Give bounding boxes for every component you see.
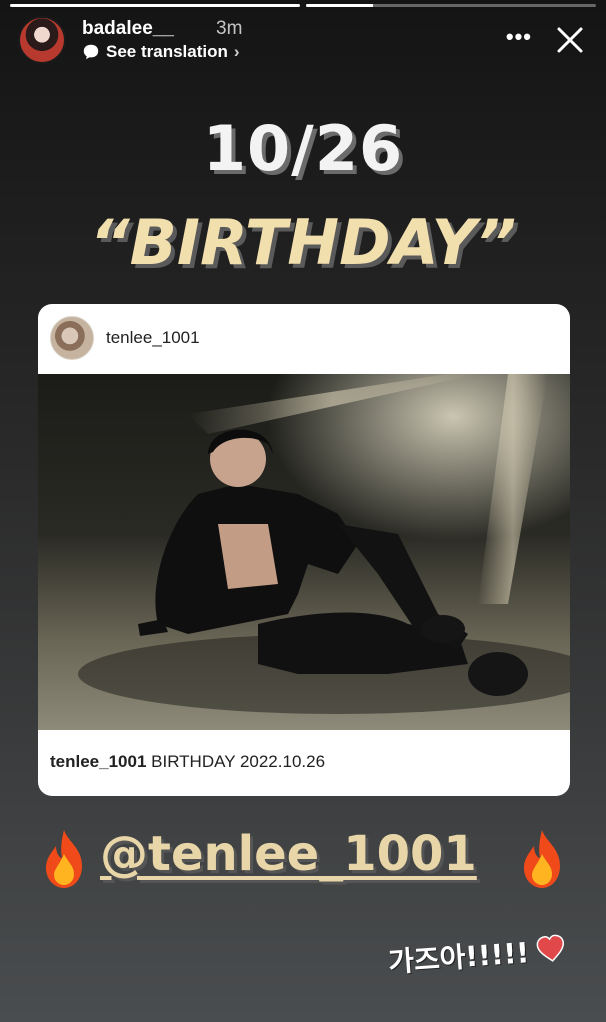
time-ago: 3m [216,18,243,39]
progress-fill-1 [10,4,300,7]
post-header: tenlee_1001 [38,304,570,374]
progress-segment-1 [10,4,300,7]
handwritten-sticker: 가즈아!!!!! [387,936,531,979]
mention-row: @tenlee_1001 [0,822,606,896]
post-photo-illustration [38,374,570,730]
mention-link[interactable]: @tenlee_1001 [100,826,477,882]
caption-text: BIRTHDAY 2022.10.26 [151,752,326,771]
post-username[interactable]: tenlee_1001 [106,328,200,348]
close-icon[interactable] [554,24,586,56]
fire-icon [524,830,560,888]
more-icon[interactable]: ••• [506,24,532,50]
headline-date: 10/26 [202,112,404,185]
post-caption: tenlee_1001 BIRTHDAY 2022.10.26 [50,752,325,772]
shared-post-card[interactable]: tenlee_1001 tenlee_1001 BIRTHDAY 2022.10… [38,304,570,796]
username[interactable]: badalee__ [82,18,174,40]
progress-segment-2 [306,4,596,7]
post-photo[interactable] [38,374,570,730]
post-avatar[interactable] [50,316,94,360]
see-translation-label: See translation [106,42,228,61]
heart-icon [536,934,564,962]
headline-title: “BIRTHDAY” [89,206,517,279]
chevron-right-icon: › [233,42,240,61]
avatar[interactable] [18,16,66,64]
see-translation-button[interactable]: See translation › [82,42,240,62]
story-progress [10,4,596,7]
fire-icon [46,830,82,888]
translate-icon [83,44,99,60]
story-header: badalee__ 3m See translation › ••• [18,14,592,64]
caption-username[interactable]: tenlee_1001 [50,752,146,771]
progress-fill-2 [306,4,373,7]
